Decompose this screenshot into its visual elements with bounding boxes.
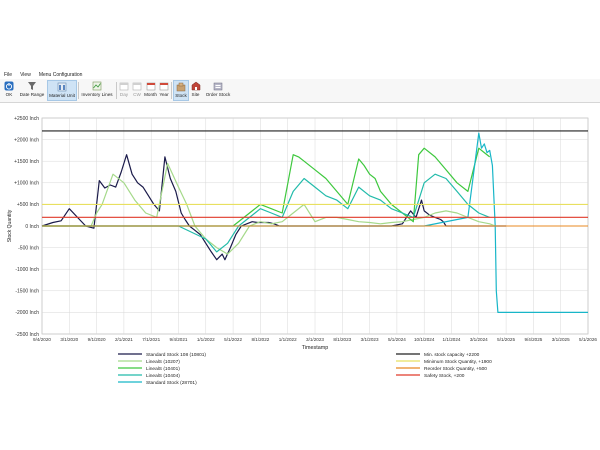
y-tick-label: +1000 Inch <box>14 181 39 187</box>
toolbar-separator <box>78 82 79 99</box>
x-tick-label: 5/1/2025 <box>497 337 515 342</box>
x-tick-label: 5/1/2024 <box>388 337 406 342</box>
x-tick-label: 5/1/2026 <box>579 337 597 342</box>
inventory-lines-icon <box>92 81 102 91</box>
date-range-label: Date Range <box>19 92 45 97</box>
x-tick-label: 1/1/2022 <box>279 337 297 342</box>
menu-view[interactable]: View <box>16 72 35 78</box>
chart-area: +2500 Inch +2000 Inch +1500 Inch +1000 Inch… <box>0 103 600 394</box>
day-button[interactable]: Day <box>118 80 130 101</box>
site-icon <box>191 81 200 91</box>
x-tick-label: 9/4/2020 <box>33 337 51 342</box>
material-unit-label: Material Unit <box>49 93 75 98</box>
legend-label-0: Standard Stock 108 (10801) <box>146 352 206 358</box>
stock-icon <box>176 82 186 92</box>
order-stock-icon <box>213 82 223 91</box>
x-tick-label: 9/1/2020 <box>88 337 106 342</box>
month-label: Month <box>144 92 157 97</box>
y-tick-label: +1500 Inch <box>14 159 39 165</box>
y-tick-label: -500 Inch <box>18 245 39 251</box>
cw-button[interactable]: CW <box>131 80 143 101</box>
x-tick-label: 1/1/2024 <box>443 337 461 342</box>
x-tick-label: 7/1/2021 <box>142 337 160 342</box>
inventory-lines-button[interactable]: Inventory Lines <box>80 80 114 101</box>
order-stock-button[interactable]: Order Stock <box>203 80 233 101</box>
x-tick-label: 1/1/2022 <box>197 337 215 342</box>
y-tick-label: +500 Inch <box>17 202 39 208</box>
day-label: Day <box>119 92 129 97</box>
date-range-button[interactable]: Date Range <box>18 80 46 101</box>
calendar-year-icon <box>159 82 169 91</box>
x-tick-label: 5/1/2022 <box>224 337 242 342</box>
x-tick-label: 2/1/2021 <box>115 337 133 342</box>
ok-label: OK <box>5 92 13 97</box>
y-axis-label: Stock Quantity <box>7 209 13 242</box>
y-tick-label: +2500 Inch <box>14 116 39 122</box>
menu-bar: File View Menu Configuration <box>0 70 600 79</box>
x-tick-label: 3/1/2023 <box>361 337 379 342</box>
legend-label-5: Min. stock capacity +2200 <box>424 352 480 358</box>
power-icon <box>4 81 14 91</box>
app-window: File View Menu Configuration OK Date Ran… <box>0 70 600 394</box>
legend-label-7: Reorder Stock Quantity, +500 <box>424 366 487 372</box>
material-unit-button[interactable]: Material Unit <box>47 80 77 101</box>
toolbar-separator <box>171 82 172 99</box>
calendar-month-icon <box>146 82 155 91</box>
material-unit-icon <box>57 82 67 92</box>
x-tick-label: 9/4/2025 <box>524 337 542 342</box>
calendar-week-icon <box>132 82 142 91</box>
filter-icon <box>28 82 36 90</box>
x-tick-label: 8/1/2023 <box>333 337 351 342</box>
legend-label-8: Safety Stock, +200 <box>424 373 465 379</box>
x-tick-label: 8/1/2022 <box>251 337 269 342</box>
menu-file[interactable]: File <box>0 72 16 78</box>
menu-configuration[interactable]: Menu Configuration <box>35 72 87 78</box>
toolbar: OK Date Range Material Unit Inventory Li… <box>0 79 600 103</box>
y-tick-label: 0 Inch <box>25 224 39 230</box>
site-button[interactable]: Site <box>190 80 201 101</box>
stock-chart: +2500 Inch +2000 Inch +1500 Inch +1000 Inch… <box>7 116 597 386</box>
legend-label-1: LinealS (10207) <box>146 359 180 365</box>
ok-button[interactable]: OK <box>2 80 16 101</box>
site-label: Site <box>191 92 200 97</box>
year-label: Year <box>159 92 169 97</box>
order-stock-label: Order Stock <box>205 92 231 97</box>
y-tick-label: -1500 Inch <box>15 289 39 295</box>
x-tick-label: 3/1/2020 <box>60 337 78 342</box>
x-tick-label: 3/1/2024 <box>470 337 488 342</box>
inventory-lines-label: Inventory Lines <box>81 92 113 97</box>
x-tick-label: 3/1/2025 <box>552 337 570 342</box>
stock-label: Stock <box>175 93 187 98</box>
x-tick-label: 3/1/2023 <box>306 337 324 342</box>
month-button[interactable]: Month <box>144 80 157 101</box>
y-tick-label: -2000 Inch <box>15 310 39 316</box>
legend-label-4: Standard Stock (28701) <box>146 380 197 386</box>
legend-label-3: LinealS (10404) <box>146 373 180 379</box>
cw-label: CW <box>133 92 141 97</box>
y-tick-label: -1000 Inch <box>15 267 39 273</box>
x-tick-label: 10/1/2024 <box>414 337 435 342</box>
legend-label-2: LinealS (10401) <box>146 366 180 372</box>
calendar-icon <box>119 82 129 91</box>
stock-button[interactable]: Stock <box>173 80 189 101</box>
year-button[interactable]: Year <box>158 80 170 101</box>
toolbar-separator <box>116 82 117 99</box>
y-tick-label: +2000 Inch <box>14 137 39 143</box>
legend-label-6: Minimum Stock Quantity, +1900 <box>424 359 492 365</box>
x-axis-label: Timestamp <box>302 345 328 351</box>
x-tick-label: 9/4/2021 <box>170 337 188 342</box>
